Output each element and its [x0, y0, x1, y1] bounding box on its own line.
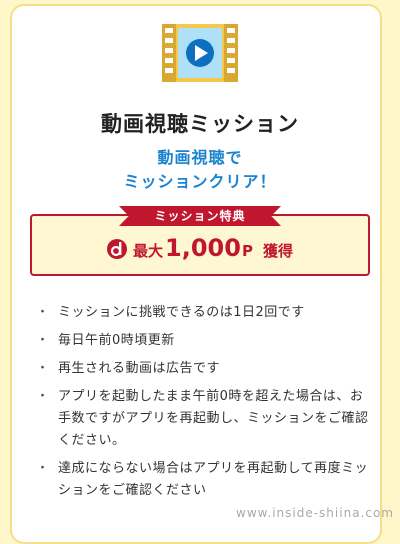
mission-subtitle-line2: ミッションクリア！: [123, 172, 277, 191]
reward-ribbon: ミッション特典: [119, 206, 281, 226]
reward-verb: 獲得: [262, 242, 293, 260]
mission-subtitle-line1: 動画視聴で: [157, 148, 243, 167]
notes-list: ミッションに挑戦できるのは1日2回です 毎日午前0時頃更新 再生される動画は広告…: [36, 302, 370, 508]
mission-title: 動画視聴ミッション: [101, 112, 299, 136]
list-item: 再生される動画は広告です: [36, 358, 370, 380]
list-item: 達成にならない場合はアプリを再起動して再度ミッションをご確認ください: [36, 458, 370, 502]
list-item: アプリを起動したまま午前0時を超えた場合は、お手数ですがアプリを再起動し、ミッシ…: [36, 386, 370, 452]
reward-prefix: 最大: [133, 242, 164, 260]
reward-unit: P: [241, 242, 253, 260]
reward-amount: 1,000: [165, 234, 241, 262]
d-point-logo-icon: [107, 239, 128, 259]
list-item: ミッションに挑戦できるのは1日2回です: [36, 302, 370, 324]
reward-line: 最大 1,000 P 獲得: [0, 234, 400, 264]
watermark: www.inside-shiina.com: [236, 506, 394, 520]
list-item: 毎日午前0時頃更新: [36, 330, 370, 352]
video-film-play-icon: [160, 22, 240, 84]
